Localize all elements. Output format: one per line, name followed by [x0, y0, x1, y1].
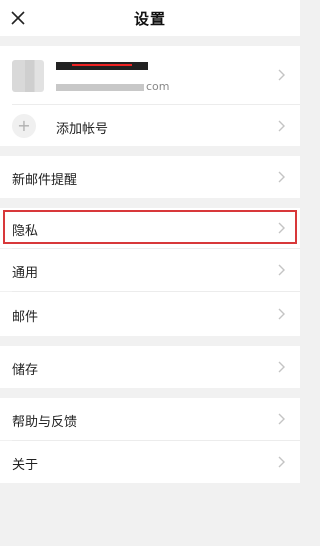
privacy-highlight-box	[3, 210, 297, 244]
help-feedback-row[interactable]: 帮助与反馈	[0, 398, 300, 440]
add-account-row[interactable]	[0, 105, 300, 146]
storage-label: 储存	[12, 363, 39, 378]
chevron-right-icon	[278, 171, 285, 183]
chevron-right-icon	[278, 264, 285, 276]
general-row[interactable]: 通用	[0, 249, 300, 291]
about-row[interactable]: 关于	[0, 441, 300, 483]
new-mail-reminder-label: 新邮件提醒	[12, 173, 78, 188]
storage-row[interactable]: 储存	[0, 346, 300, 388]
chevron-right-icon	[278, 308, 285, 320]
new-mail-reminder-row[interactable]: 新邮件提醒	[0, 156, 300, 198]
general-label: 通用	[12, 266, 39, 281]
mail-label: 邮件	[12, 310, 39, 325]
email-suffix: com	[146, 80, 170, 93]
add-account-label: 添加帐号	[56, 122, 109, 137]
avatar	[12, 60, 44, 92]
chevron-right-icon	[278, 456, 285, 468]
redaction-mark	[72, 64, 132, 66]
chevron-right-icon	[278, 69, 285, 81]
add-account-icon: +	[12, 114, 36, 138]
chevron-right-icon	[278, 361, 285, 373]
account-row[interactable]	[0, 46, 300, 104]
chevron-right-icon	[278, 120, 285, 132]
help-feedback-label: 帮助与反馈	[12, 415, 78, 430]
redacted-email	[56, 84, 144, 91]
top-bar: 设置	[0, 0, 300, 36]
mail-row[interactable]: 邮件	[0, 292, 300, 336]
page-title: 设置	[133, 10, 166, 28]
chevron-right-icon	[278, 413, 285, 425]
about-label: 关于	[12, 458, 39, 473]
